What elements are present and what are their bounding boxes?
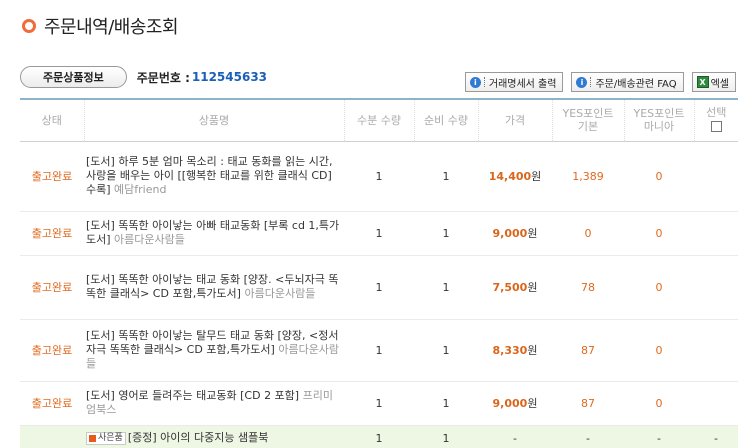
select-all-checkbox[interactable] xyxy=(710,120,722,132)
table-row: 출고완료 [도서] 똑똑한 아이낳는 탈무드 태교 동화 [양장, <정서 자극… xyxy=(20,319,738,381)
col-header-price: 가격 xyxy=(478,99,553,141)
select-cell xyxy=(694,141,738,211)
points-basic-cell: 1,389 xyxy=(572,169,604,183)
gift-row: 사은품 [증정] 아이의 다중지능 샘플북 1 1 - - - - xyxy=(20,425,738,448)
divider xyxy=(483,77,485,87)
product-cell: 사은품 [증정] 아이의 다중지능 샘플북 xyxy=(84,425,344,448)
col-header-product: 상품명 xyxy=(84,99,345,141)
print-receipt-button[interactable]: i 거래명세서 출력 xyxy=(464,72,564,92)
publisher-link[interactable]: 아름다운사람들 xyxy=(114,233,185,246)
col-header-yes-mania: YES포인트 마니아 xyxy=(624,99,695,141)
points-basic-cell: 78 xyxy=(581,280,595,294)
table-row: 출고완료 [도서] 똑똑한 아이낳는 아빠 태교동화 [부록 cd 1,특가도서… xyxy=(20,211,738,255)
gift-title: [증정] 아이의 다중지능 샘플북 xyxy=(127,431,269,445)
qty-order-cell: 1 xyxy=(375,226,383,240)
points-basic-cell: 0 xyxy=(584,226,592,240)
product-cell: [도서] 영어로 들려주는 태교동화 [CD 2 포함] 프리미엄북스 xyxy=(84,381,344,425)
tab-order-product-info[interactable]: 주문상품정보 xyxy=(20,66,127,88)
status-cell xyxy=(20,425,84,448)
table-row: 출고완료 [도서] 똑똑한 아이낳는 태교 동화 [양장. <두뇌자극 똑똑한 … xyxy=(20,255,738,319)
points-mania-cell: 0 xyxy=(655,226,663,240)
excel-icon: X xyxy=(696,76,709,88)
price-cell: 9,000원 xyxy=(492,397,538,410)
select-cell xyxy=(694,381,738,425)
qty-net-cell: 1 xyxy=(442,169,450,183)
qty-net-cell: 1 xyxy=(442,280,450,294)
qty-net-cell: 1 xyxy=(442,226,450,240)
qty-order-cell: 1 xyxy=(375,396,383,410)
product-cell: [도서] 똑똑한 아이낳는 태교 동화 [양장. <두뇌자극 똑똑한 클래식> … xyxy=(84,255,344,319)
info-icon: i xyxy=(576,76,588,88)
price-cell: 7,500원 xyxy=(492,281,538,294)
col-header-select: 선택 xyxy=(694,99,738,141)
status-cell: 출고완료 xyxy=(31,227,73,240)
status-cell: 출고완료 xyxy=(31,170,73,183)
col-header-qty-net: 순비 수량 xyxy=(414,99,479,141)
publisher-link[interactable]: 아름다운사람들 xyxy=(244,287,315,300)
points-mania-cell: 0 xyxy=(655,280,663,294)
qty-order-cell: 1 xyxy=(375,280,383,294)
table-row: 출고완료 [도서] 영어로 들려주는 태교동화 [CD 2 포함] 프리미엄북스… xyxy=(20,381,738,425)
points-mania-cell: 0 xyxy=(655,169,663,183)
product-cell: [도서] 똑똑한 아이낳는 탈무드 태교 동화 [양장, <정서 자극 똑똑한 … xyxy=(84,319,344,381)
delivery-faq-button[interactable]: i 주문/배송관련 FAQ xyxy=(571,72,684,92)
print-receipt-label: 거래명세서 출력 xyxy=(488,78,557,90)
order-number: 112545633 xyxy=(191,70,268,84)
page-title: 주문내역/배송조회 xyxy=(44,17,179,38)
info-icon: i xyxy=(469,76,481,88)
price-cell: 9,000원 xyxy=(492,227,538,240)
delivery-faq-label: 주문/배송관련 FAQ xyxy=(595,78,677,90)
col-header-yes-basic: YES포인트 기본 xyxy=(552,99,625,141)
qty-order-cell: 1 xyxy=(375,169,383,183)
status-cell: 출고완료 xyxy=(31,397,73,410)
qty-order-cell: 1 xyxy=(375,343,383,357)
points-basic-cell: 87 xyxy=(581,343,595,357)
excel-export-button[interactable]: X 엑셀 xyxy=(691,72,736,92)
price-cell: 8,330원 xyxy=(492,344,538,357)
table-header-row: 상태 상품명 수분 수량 순비 수량 가격 YES포인트 기본 YES포인트 마니아… xyxy=(20,99,738,141)
excel-label: 엑셀 xyxy=(710,78,729,90)
select-cell: - xyxy=(714,431,718,445)
select-cell xyxy=(694,255,738,319)
points-basic-cell: 87 xyxy=(581,396,595,410)
gift-icon xyxy=(89,434,96,442)
select-cell xyxy=(694,211,738,255)
col-header-qty-order: 수분 수량 xyxy=(344,99,415,141)
status-cell: 출고완료 xyxy=(31,344,73,357)
product-link[interactable]: [도서] 영어로 들려주는 태교동화 [CD 2 포함] xyxy=(86,389,299,402)
qty-order-cell: 1 xyxy=(375,431,383,445)
product-cell: [도서] 똑똑한 아이낳는 아빠 태교동화 [부록 cd 1,특가도서] 아름다… xyxy=(84,211,344,255)
points-basic-cell: - xyxy=(586,431,590,445)
price-cell: - xyxy=(513,431,517,445)
title-bullet-icon xyxy=(22,19,36,33)
points-mania-cell: 0 xyxy=(655,396,663,410)
table-row: 출고완료 [도서] 하루 5분 엄마 목소리 : 태교 동화를 읽는 시간, 사… xyxy=(20,141,738,211)
order-items-table: 상태 상품명 수분 수량 순비 수량 가격 YES포인트 기본 YES포인트 마니아… xyxy=(20,98,738,448)
order-info-bar: 주문상품정보 주문번호 : 112545633 xyxy=(20,66,267,88)
col-header-status: 상태 xyxy=(20,99,85,141)
qty-net-cell: 1 xyxy=(442,396,450,410)
publisher-link[interactable]: 예담friend xyxy=(114,183,166,196)
order-number-label: 주문번호 : xyxy=(136,70,190,85)
action-toolbar: i 거래명세서 출력 i 주문/배송관련 FAQ X 엑셀 xyxy=(464,72,736,92)
product-cell: [도서] 하루 5분 엄마 목소리 : 태교 동화를 읽는 시간, 사랑을 배우… xyxy=(84,141,344,211)
divider xyxy=(590,77,592,87)
points-mania-cell: - xyxy=(657,431,661,445)
page-header: 주문내역/배송조회 xyxy=(22,12,179,40)
qty-net-cell: 1 xyxy=(442,343,450,357)
status-cell: 출고완료 xyxy=(31,281,73,294)
price-cell: 14,400원 xyxy=(488,170,542,183)
points-mania-cell: 0 xyxy=(655,343,663,357)
qty-net-cell: 1 xyxy=(442,431,450,445)
gift-badge: 사은품 xyxy=(86,431,126,445)
select-cell xyxy=(694,319,738,381)
